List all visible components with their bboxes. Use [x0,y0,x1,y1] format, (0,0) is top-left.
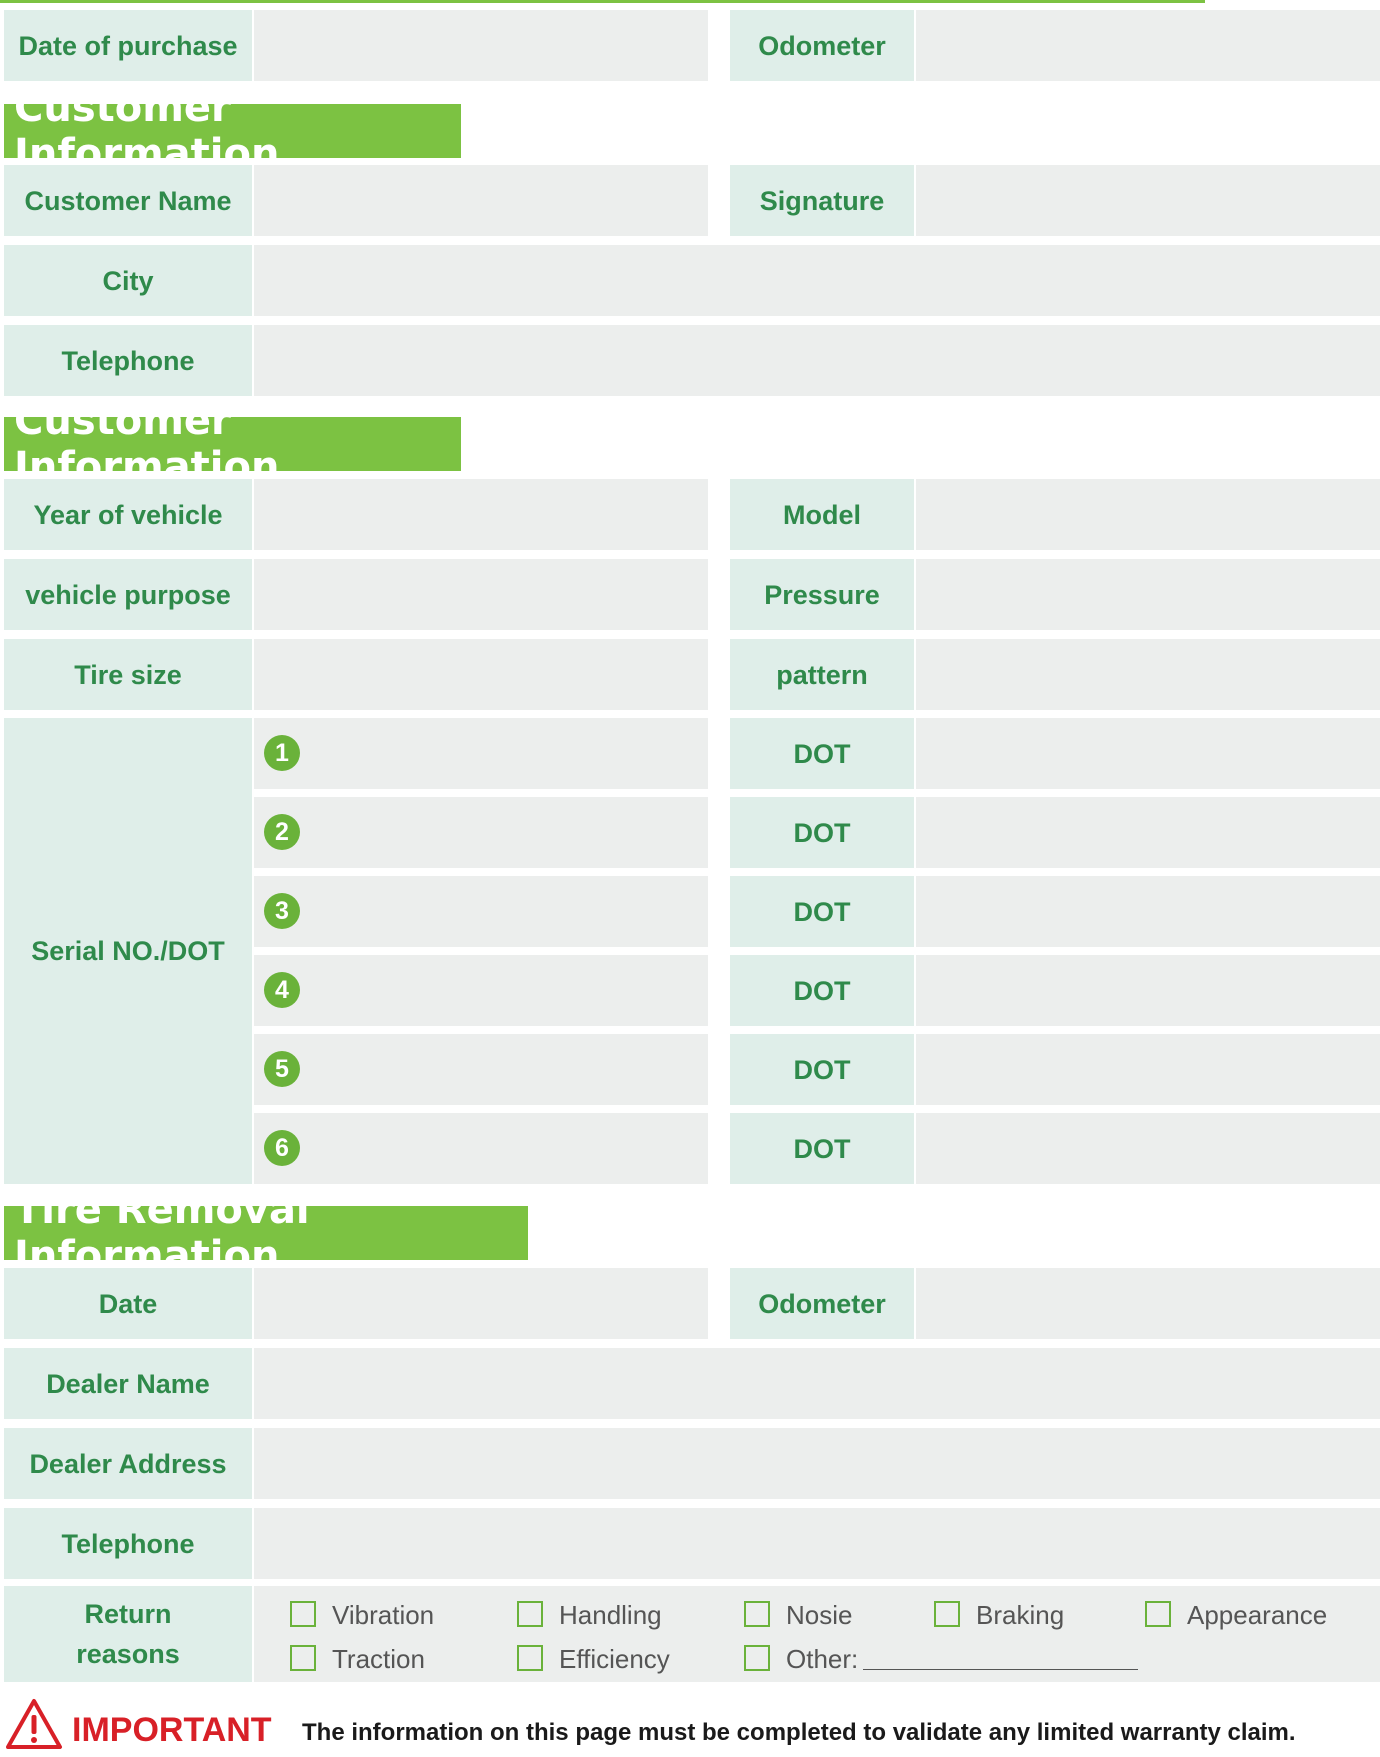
dealer-name-label: Dealer Name [4,1348,252,1419]
dot-label: DOT [730,955,914,1026]
date-of-purchase-label: Date of purchase [4,10,252,81]
purchase-odometer-label: Odometer [730,10,914,81]
nosie-checkbox[interactable] [744,1601,770,1627]
customer-information-heading: Customer Information [4,85,461,177]
tire-size-field[interactable] [254,639,708,710]
tire-size-label: Tire size [4,639,252,710]
serial-number-badge: 1 [264,735,300,771]
efficiency-option-label: Efficiency [559,1644,670,1674]
removal-telephone-label: Telephone [4,1508,252,1579]
dot-field-2[interactable] [916,797,1380,868]
top-accent-line [0,0,1205,3]
customer-name-field[interactable] [254,165,708,236]
other-reason-input-line[interactable] [863,1669,1138,1670]
pattern-field[interactable] [916,639,1380,710]
serial-field-1[interactable] [254,718,708,789]
appearance-checkbox[interactable] [1145,1601,1171,1627]
removal-telephone-field[interactable] [254,1508,1380,1579]
dot-label: DOT [730,1113,914,1184]
serial-field-6[interactable] [254,1113,708,1184]
year-of-vehicle-label: Year of vehicle [4,479,252,550]
dot-field-4[interactable] [916,955,1380,1026]
serial-number-badge: 3 [264,893,300,929]
serial-number-badge: 2 [264,814,300,850]
traction-option-label: Traction [332,1644,425,1674]
dot-label: DOT [730,876,914,947]
serial-field-2[interactable] [254,797,708,868]
city-label: City [4,245,252,316]
return-reasons-label: Return reasons [4,1586,252,1682]
warranty-notice-text: The information on this page must be com… [302,1719,1296,1746]
vehicle-purpose-label: vehicle purpose [4,559,252,630]
year-of-vehicle-field[interactable] [254,479,708,550]
efficiency-checkbox[interactable] [517,1645,543,1671]
other-checkbox[interactable] [744,1645,770,1671]
pressure-label: Pressure [730,559,914,630]
city-field[interactable] [254,245,1380,316]
date-of-purchase-field[interactable] [254,10,708,81]
dot-label: DOT [730,718,914,789]
removal-odometer-field[interactable] [916,1268,1380,1339]
serial-number-badge: 6 [264,1130,300,1166]
dot-field-1[interactable] [916,718,1380,789]
removal-date-field[interactable] [254,1268,708,1339]
pattern-label: pattern [730,639,914,710]
model-label: Model [730,479,914,550]
vibration-option-label: Vibration [332,1600,435,1630]
dealer-address-field[interactable] [254,1428,1380,1499]
tire-removal-heading: Tire Removal Information [4,1187,528,1279]
appearance-option-label: Appearance [1187,1600,1328,1630]
vehicle-information-heading: Customer Information [4,398,461,490]
pressure-field[interactable] [916,559,1380,630]
customer-name-label: Customer Name [4,165,252,236]
model-field[interactable] [916,479,1380,550]
serial-field-5[interactable] [254,1034,708,1105]
braking-option-label: Braking [976,1600,1065,1630]
return-reasons-line2: reasons [76,1639,180,1669]
braking-checkbox[interactable] [934,1601,960,1627]
serial-number-badge: 5 [264,1051,300,1087]
serial-field-3[interactable] [254,876,708,947]
removal-odometer-label: Odometer [730,1268,914,1339]
dealer-name-field[interactable] [254,1348,1380,1419]
nosie-option-label: Nosie [786,1600,853,1630]
serial-no-dot-label: Serial NO./DOT [4,718,252,1184]
important-label: IMPORTANT [72,1711,272,1749]
purchase-odometer-field[interactable] [916,10,1380,81]
customer-telephone-field[interactable] [254,325,1380,396]
other-option-label: Other: [786,1644,859,1674]
serial-field-4[interactable] [254,955,708,1026]
vibration-checkbox[interactable] [290,1601,316,1627]
dot-field-3[interactable] [916,876,1380,947]
customer-telephone-label: Telephone [4,325,252,396]
serial-number-badge: 4 [264,972,300,1008]
signature-field[interactable] [916,165,1380,236]
dot-label: DOT [730,1034,914,1105]
dot-field-5[interactable] [916,1034,1380,1105]
removal-date-label: Date [4,1268,252,1339]
return-reasons-line1: Return [84,1599,172,1629]
warning-triangle-icon [6,1699,62,1749]
vehicle-purpose-field[interactable] [254,559,708,630]
dealer-address-label: Dealer Address [4,1428,252,1499]
handling-checkbox[interactable] [517,1601,543,1627]
traction-checkbox[interactable] [290,1645,316,1671]
handling-option-label: Handling [559,1600,662,1630]
dot-field-6[interactable] [916,1113,1380,1184]
signature-label: Signature [730,165,914,236]
dot-label: DOT [730,797,914,868]
